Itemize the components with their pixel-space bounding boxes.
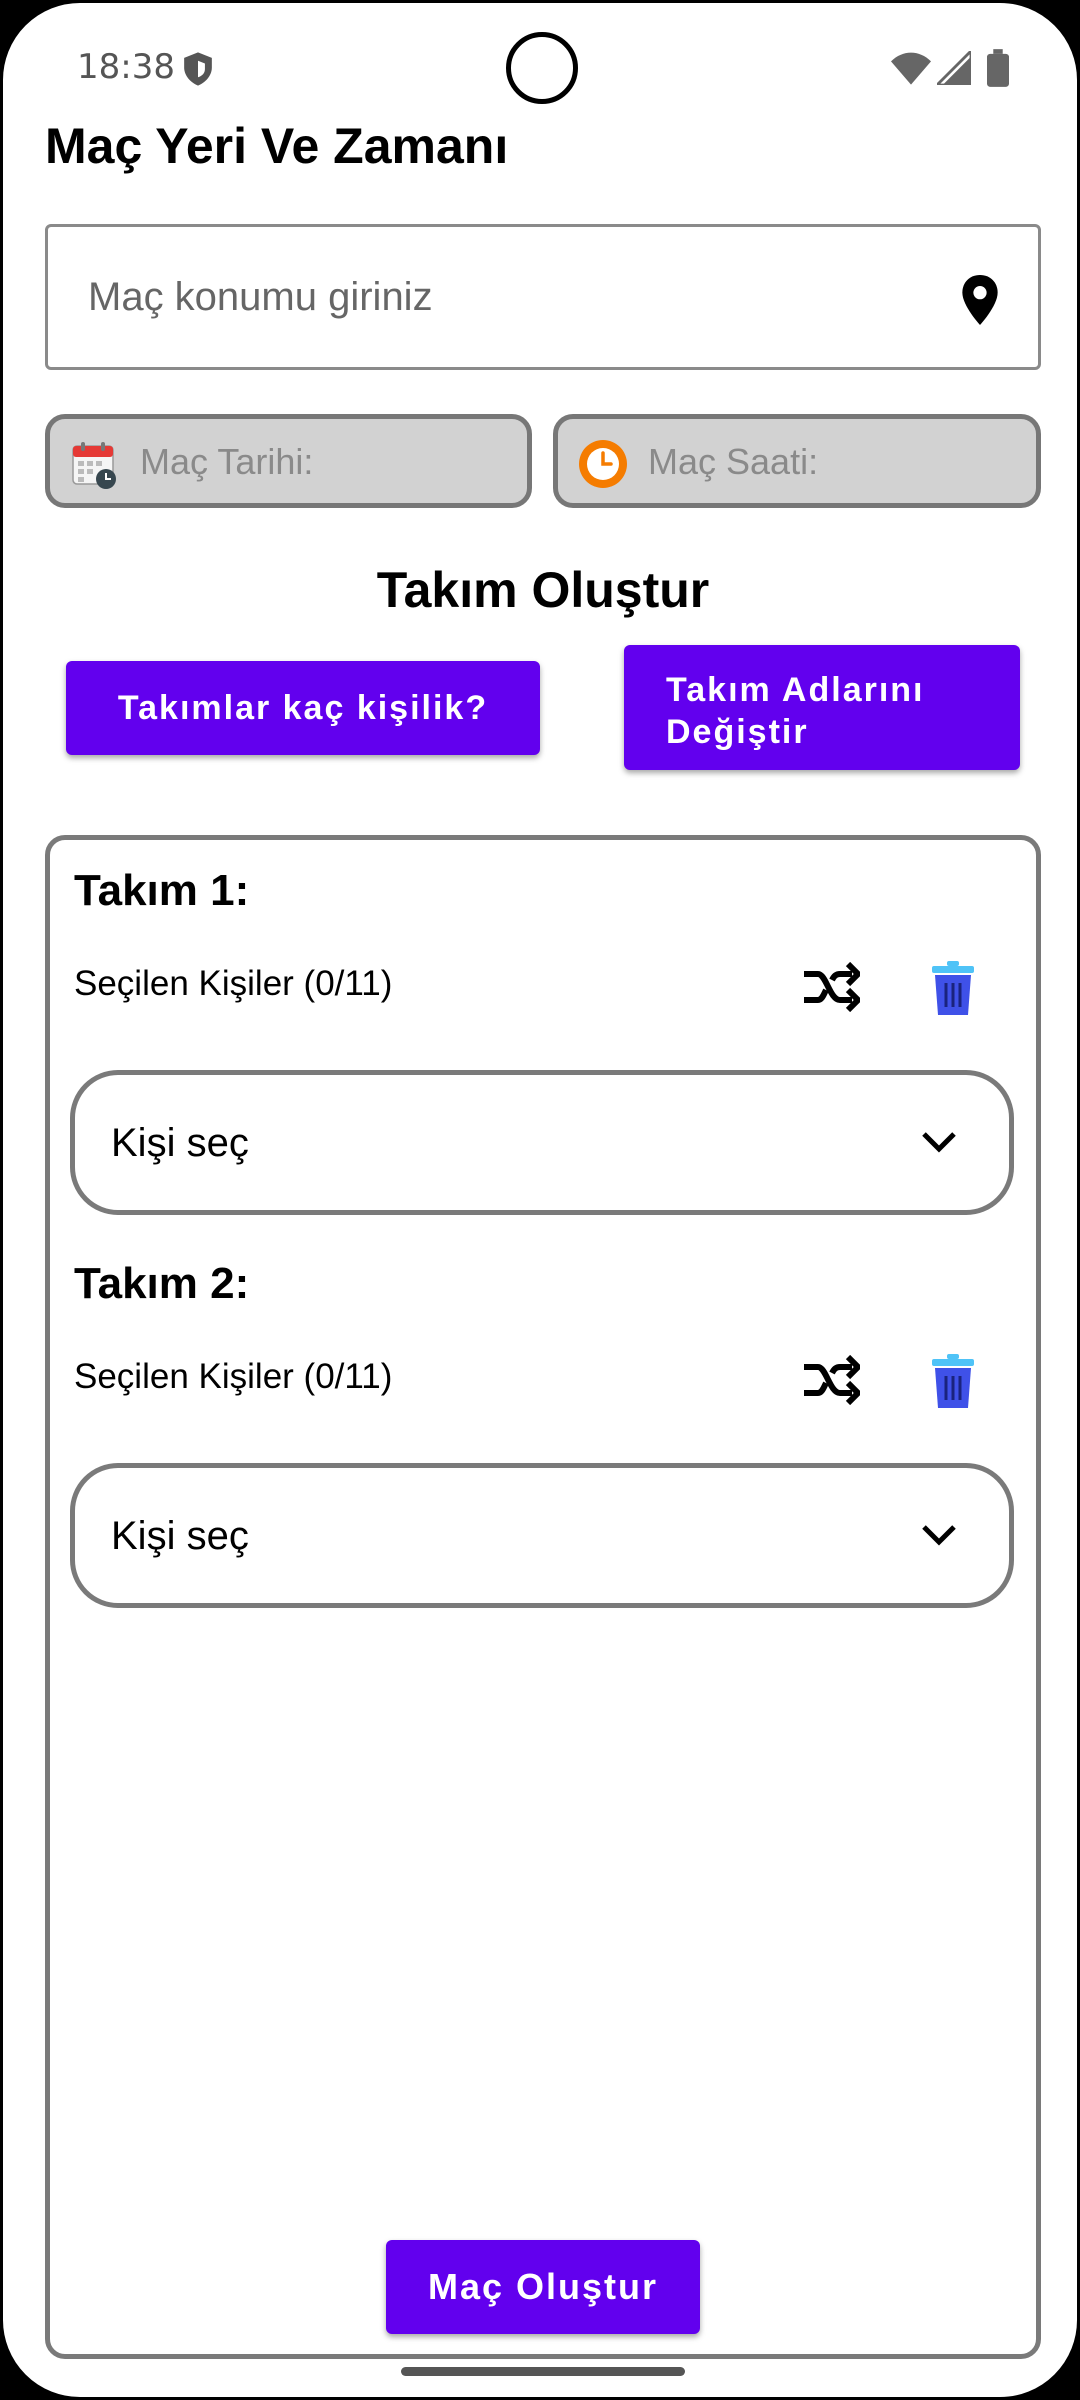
time-picker[interactable]: Maç Saati: <box>553 414 1041 508</box>
team-2-selected-count: Seçilen Kişiler (0/11) <box>74 1357 393 1396</box>
create-match-button[interactable]: Maç Oluştur <box>386 2240 700 2334</box>
team-1-person-select[interactable]: Kişi seç <box>70 1070 1014 1215</box>
trash-icon[interactable] <box>930 961 976 1017</box>
rename-button-line1: Takım Adlarını <box>666 671 925 709</box>
status-time: 18:38 <box>77 47 175 87</box>
chevron-down-icon <box>922 1132 956 1153</box>
battery-icon <box>987 49 1009 87</box>
navigation-handle[interactable] <box>401 2367 685 2376</box>
shuffle-icon[interactable] <box>802 1355 860 1405</box>
wifi-icon <box>891 52 931 85</box>
rename-button-line2: Değiştir <box>666 713 809 751</box>
camera-cutout <box>506 32 578 104</box>
rename-teams-button[interactable]: Takım Adlarını Değiştir <box>624 645 1020 770</box>
shield-icon <box>184 52 212 86</box>
team-2-person-select[interactable]: Kişi seç <box>70 1463 1014 1608</box>
clock-icon <box>579 440 627 488</box>
signal-icon <box>937 51 971 85</box>
team-builder-title: Takım Oluştur <box>376 562 710 618</box>
date-label: Maç Tarihi: <box>140 441 314 482</box>
team-1-title: Takım 1: <box>74 866 250 915</box>
team-2-select-text: Kişi seç <box>111 1514 249 1558</box>
location-pin-icon[interactable] <box>962 275 998 325</box>
page-title: Maç Yeri Ve Zamanı <box>45 118 509 174</box>
shuffle-icon[interactable] <box>802 962 860 1012</box>
teams-panel: Takım 1: Seçilen Kişiler (0/11) Kişi seç… <box>45 835 1041 2359</box>
team-1-selected-count: Seçilen Kişiler (0/11) <box>74 964 393 1003</box>
calendar-icon <box>72 442 116 489</box>
date-picker[interactable]: Maç Tarihi: <box>45 414 532 508</box>
time-label: Maç Saati: <box>648 441 819 482</box>
screen: 18:38 Maç Yeri Ve Zamanı Maç konumu giri… <box>0 0 1080 2400</box>
team-size-button[interactable]: Takımlar kaç kişilik? <box>66 661 540 755</box>
chevron-down-icon <box>922 1525 956 1546</box>
team-1-select-text: Kişi seç <box>111 1121 249 1165</box>
location-placeholder: Maç konumu giriniz <box>88 275 433 319</box>
team-2-title: Takım 2: <box>74 1259 250 1308</box>
trash-icon[interactable] <box>930 1354 976 1410</box>
location-input[interactable]: Maç konumu giriniz <box>45 224 1041 370</box>
